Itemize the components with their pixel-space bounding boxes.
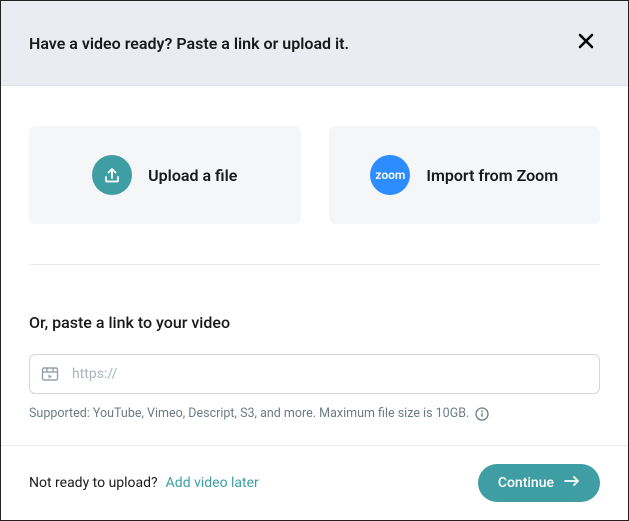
arrow-right-icon (564, 475, 580, 491)
footer-left: Not ready to upload? Add video later (29, 475, 259, 491)
import-zoom-card[interactable]: zoom Import from Zoom (329, 126, 601, 224)
upload-file-label: Upload a file (148, 166, 237, 185)
upload-file-card[interactable]: Upload a file (29, 126, 301, 224)
info-icon[interactable] (475, 407, 489, 421)
modal-footer: Not ready to upload? Add video later Con… (1, 445, 628, 520)
upload-icon (92, 155, 132, 195)
modal-body: Upload a file zoom Import from Zoom Or, … (1, 86, 628, 445)
video-link-icon (41, 365, 59, 383)
close-button[interactable] (572, 27, 600, 59)
import-zoom-label: Import from Zoom (426, 166, 558, 185)
video-url-input[interactable] (29, 354, 600, 394)
footer-prompt: Not ready to upload? (29, 475, 158, 491)
continue-label: Continue (498, 475, 554, 491)
upload-video-modal: Have a video ready? Paste a link or uplo… (0, 0, 629, 521)
paste-link-heading: Or, paste a link to your video (29, 313, 600, 332)
zoom-icon: zoom (370, 155, 410, 195)
modal-header: Have a video ready? Paste a link or uplo… (1, 1, 628, 86)
continue-button[interactable]: Continue (478, 464, 600, 502)
close-icon (576, 31, 596, 55)
support-info-row: Supported: YouTube, Vimeo, Descript, S3,… (29, 406, 600, 421)
url-input-wrap (29, 354, 600, 394)
add-video-later-link[interactable]: Add video later (166, 475, 259, 491)
support-text: Supported: YouTube, Vimeo, Descript, S3,… (29, 406, 469, 421)
section-divider (29, 264, 600, 265)
modal-title: Have a video ready? Paste a link or uplo… (29, 34, 349, 53)
upload-options-row: Upload a file zoom Import from Zoom (29, 126, 600, 224)
